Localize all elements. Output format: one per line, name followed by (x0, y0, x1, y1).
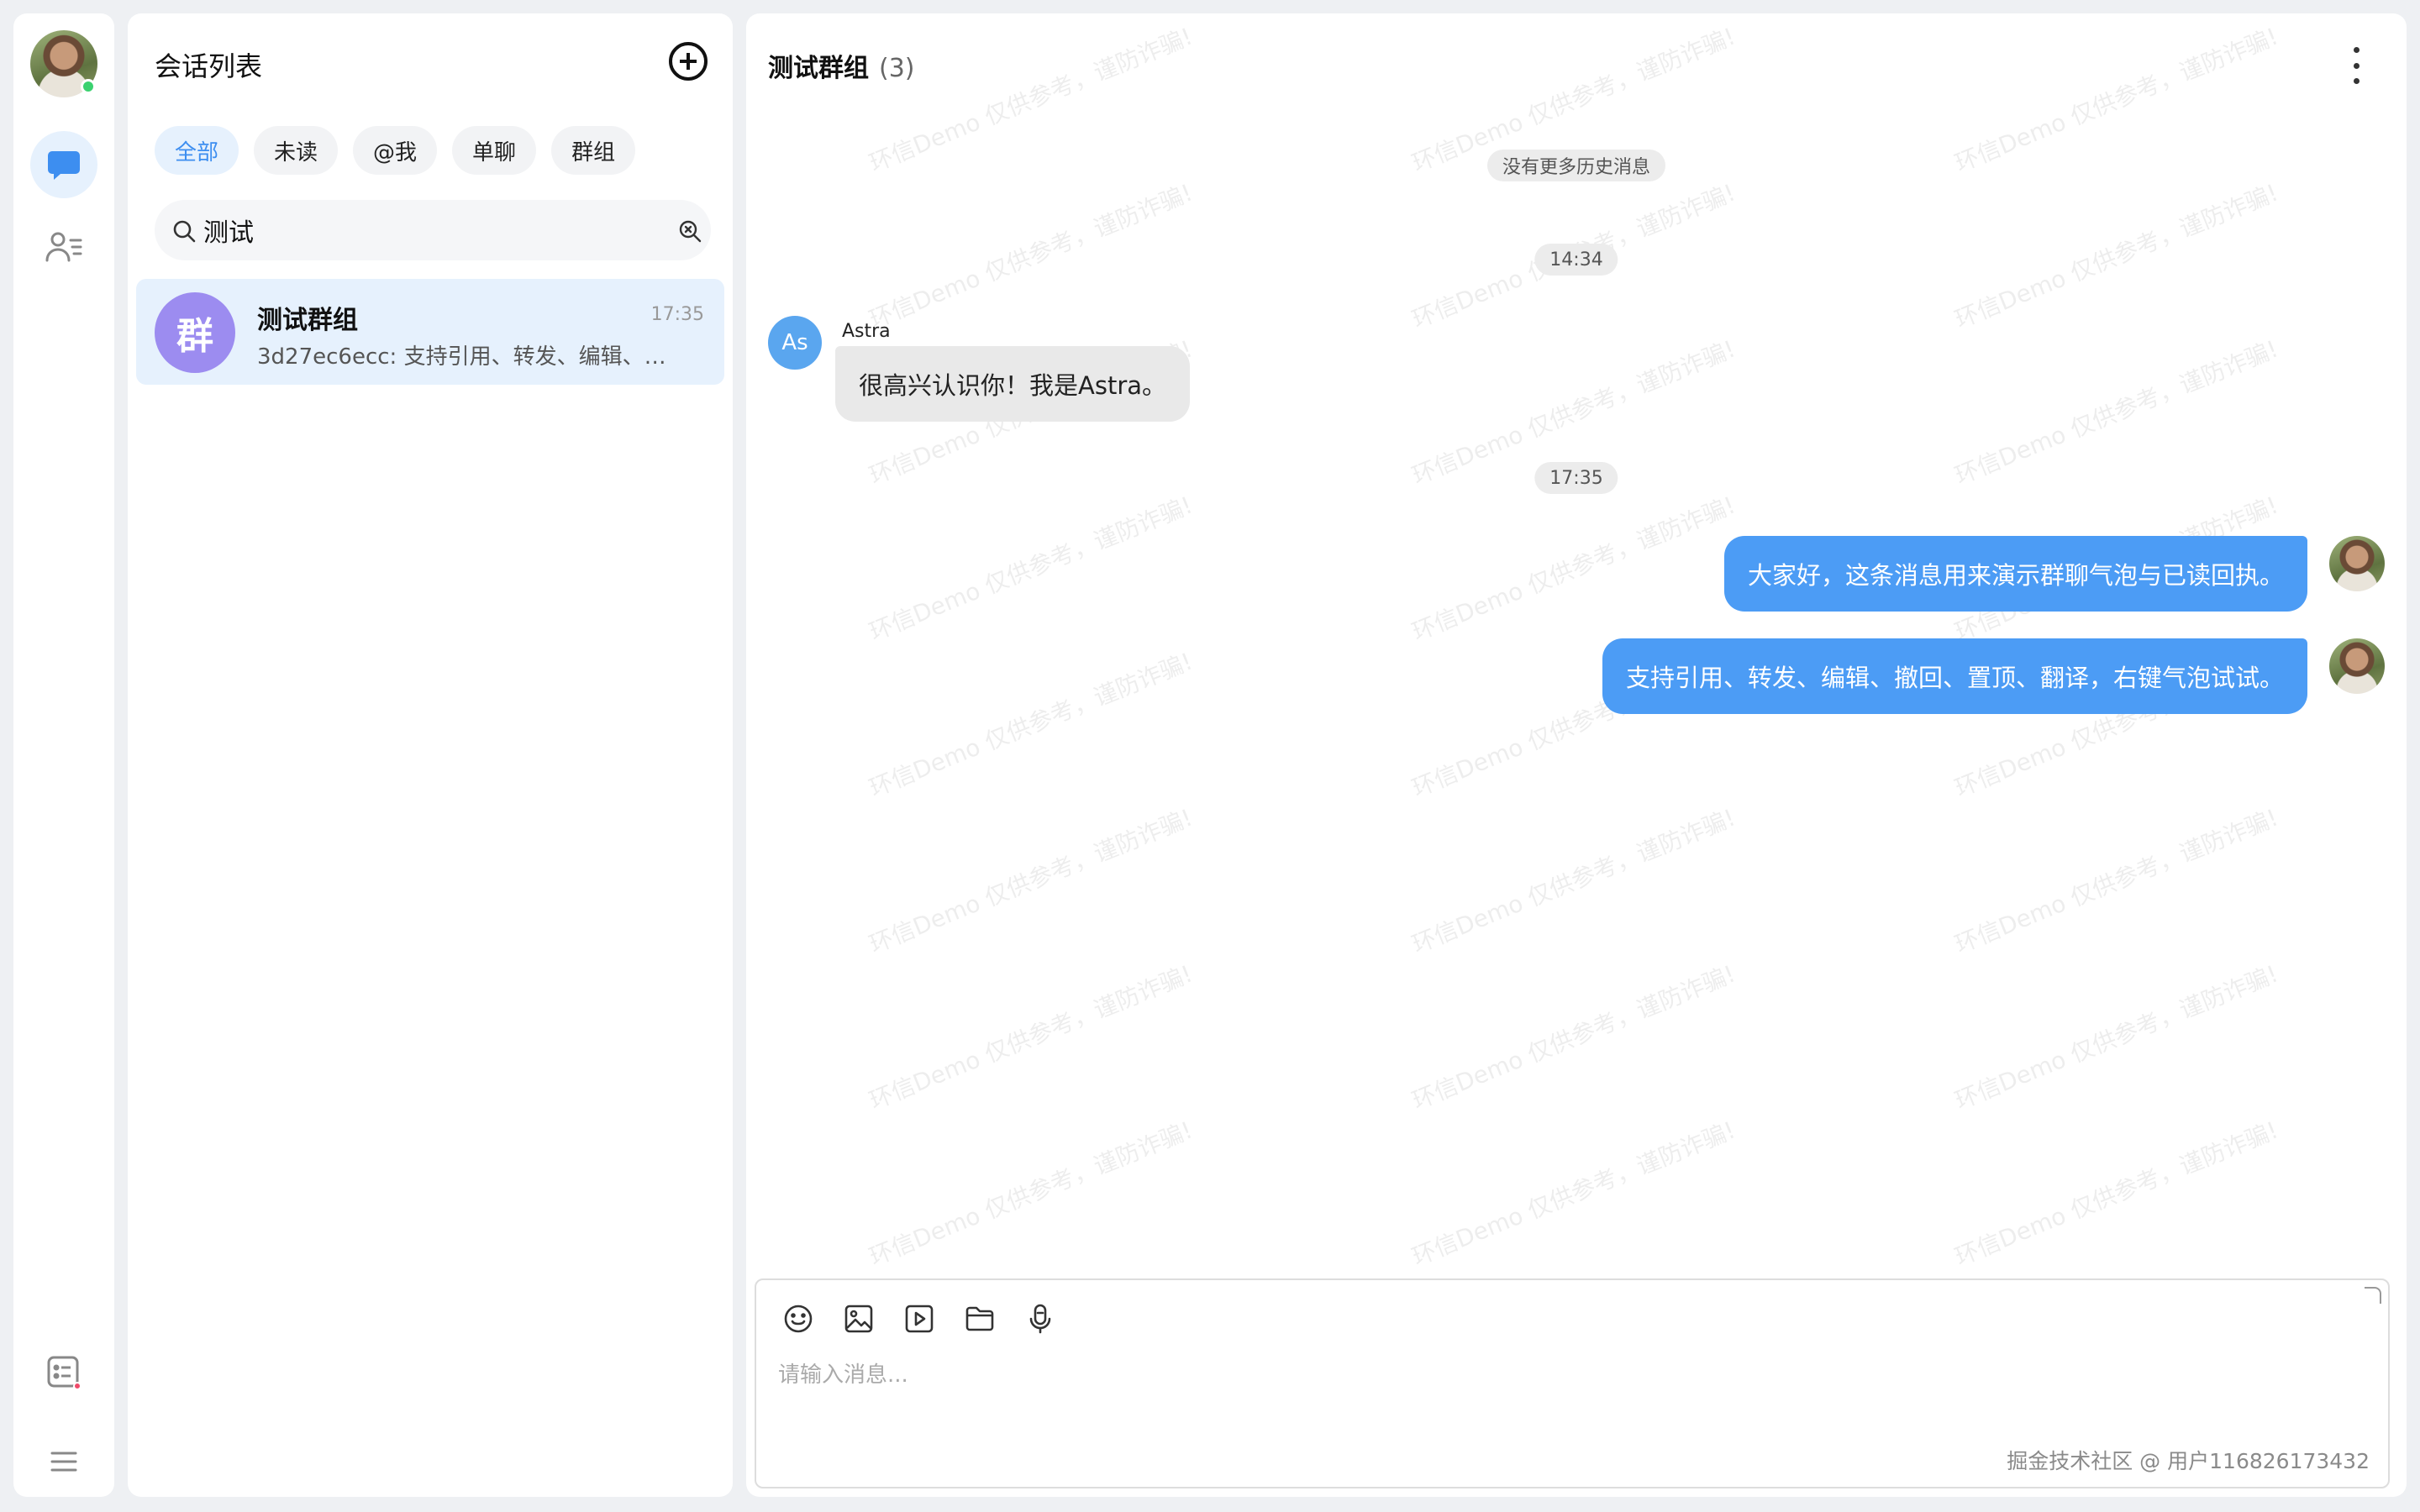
nav-menu-button[interactable] (30, 1428, 97, 1495)
no-more-history-notice: 没有更多历史消息 (1486, 150, 1666, 181)
watermark-text: 环信Demo 仅供参考，谨防诈骗! (1950, 959, 2282, 1116)
video-button[interactable] (902, 1302, 936, 1336)
watermark-text: 环信Demo 仅供参考，谨防诈骗! (1407, 1116, 1739, 1272)
dot (2353, 47, 2360, 53)
footer-watermark: 掘金技术社区 @ 用户116826173432 (2007, 1449, 2370, 1473)
sender-name: Astra (842, 321, 891, 342)
watermark-text: 环信Demo 仅供参考，谨防诈骗! (1407, 803, 1739, 959)
search-icon (173, 220, 196, 243)
composer-toolbar (781, 1302, 1057, 1336)
watermark-text: 环信Demo 仅供参考，谨防诈骗! (1950, 178, 2282, 334)
filter-tabs: 全部 未读 @我 单聊 群组 (155, 126, 636, 175)
folder-icon (965, 1306, 994, 1331)
chat-bubble-icon (48, 151, 80, 180)
filter-groups[interactable]: 群组 (551, 126, 636, 175)
online-status-dot (81, 79, 96, 94)
member-count: (3) (879, 54, 915, 83)
image-icon (844, 1305, 873, 1333)
watermark-text: 环信Demo 仅供参考，谨防诈骗! (865, 178, 1197, 334)
more-options-button[interactable] (2348, 47, 2365, 84)
watermark-text: 环信Demo 仅供参考，谨防诈骗! (1950, 22, 2282, 178)
mic-icon (1029, 1304, 1051, 1334)
video-icon (905, 1305, 934, 1333)
chat-panel: 环信Demo 仅供参考，谨防诈骗! 环信Demo 仅供参考，谨防诈骗! 环信Demo… (746, 13, 2407, 1497)
dot (2353, 62, 2360, 69)
watermark-text: 环信Demo 仅供参考，谨防诈骗! (865, 491, 1197, 647)
watermark-text: 环信Demo 仅供参考，谨防诈骗! (865, 1116, 1197, 1272)
incoming-message-bubble[interactable]: 很高兴认识你！我是Astra。 (835, 346, 1191, 422)
outgoing-message-bubble[interactable]: 支持引用、转发、编辑、撤回、置顶、翻译，右键气泡试试。 (1602, 638, 2307, 714)
message-composer: 掘金技术社区 @ 用户116826173432 (755, 1278, 2390, 1488)
self-avatar[interactable] (2329, 536, 2385, 591)
conversation-time: 17:35 (650, 304, 704, 325)
watermark-text: 环信Demo 仅供参考，谨防诈骗! (1950, 334, 2282, 491)
nav-rail (13, 13, 114, 1497)
chat-header-title: 测试群组 (3) (768, 47, 915, 84)
watermark-text: 环信Demo 仅供参考，谨防诈骗! (1950, 1116, 2282, 1272)
contacts-icon (45, 232, 82, 262)
watermark-text: 环信Demo 仅供参考，谨防诈骗! (865, 647, 1197, 803)
filter-all[interactable]: 全部 (155, 126, 239, 175)
watermark-text: 环信Demo 仅供参考，谨防诈骗! (865, 959, 1197, 1116)
file-button[interactable] (963, 1302, 997, 1336)
timestamp-divider: 17:35 (1534, 462, 1618, 494)
sender-avatar[interactable]: As (768, 316, 822, 370)
message-input[interactable] (778, 1357, 2358, 1458)
dot (2353, 78, 2360, 84)
emoji-icon (784, 1305, 813, 1333)
nav-contacts-button[interactable] (30, 213, 97, 281)
filter-single[interactable]: 单聊 (452, 126, 537, 175)
conversation-item[interactable]: 群 测试群组 17:35 3d27ec6ecc: 支持引用、转发、编辑、撤回、置… (136, 279, 724, 385)
emoji-button[interactable] (781, 1302, 815, 1336)
self-avatar[interactable] (2329, 638, 2385, 694)
panel-title: 会话列表 (155, 50, 263, 82)
image-button[interactable] (842, 1302, 876, 1336)
watermark-text: 环信Demo 仅供参考，谨防诈骗! (865, 803, 1197, 959)
add-conversation-button[interactable] (669, 42, 708, 81)
resize-handle[interactable] (2365, 1287, 2381, 1304)
search-clear-icon[interactable] (677, 218, 702, 244)
watermark-text: 环信Demo 仅供参考，谨防诈骗! (865, 22, 1197, 178)
conversation-name: 测试群组 (257, 306, 358, 335)
nav-notice-button[interactable] (30, 1339, 97, 1406)
search-input[interactable] (203, 208, 640, 252)
outgoing-message-bubble[interactable]: 大家好，这条消息用来演示群聊气泡与已读回执。 (1723, 536, 2307, 612)
filter-unread[interactable]: 未读 (254, 126, 339, 175)
menu-icon (50, 1452, 77, 1472)
watermark-text: 环信Demo 仅供参考，谨防诈骗! (1407, 959, 1739, 1116)
watermark-text: 环信Demo 仅供参考，谨防诈骗! (1950, 803, 2282, 959)
group-avatar: 群 (155, 292, 235, 373)
watermark-text: 环信Demo 仅供参考，谨防诈骗! (1407, 491, 1739, 647)
chat-title-text: 测试群组 (768, 54, 869, 83)
nav-chats-button[interactable] (30, 131, 97, 198)
timestamp-divider: 14:34 (1534, 244, 1618, 276)
voice-button[interactable] (1023, 1302, 1057, 1336)
filter-mentions[interactable]: @我 (353, 126, 438, 175)
search-box (155, 200, 711, 260)
conversation-panel: 会话列表 全部 未读 @我 单聊 群组 群 测试群组 17:35 3d27ec6… (128, 13, 733, 1497)
conversation-preview: 3d27ec6ecc: 支持引用、转发、编辑、撤回、置顶、翻译，右键气泡试试。 (257, 344, 677, 370)
notice-icon (47, 1356, 82, 1390)
